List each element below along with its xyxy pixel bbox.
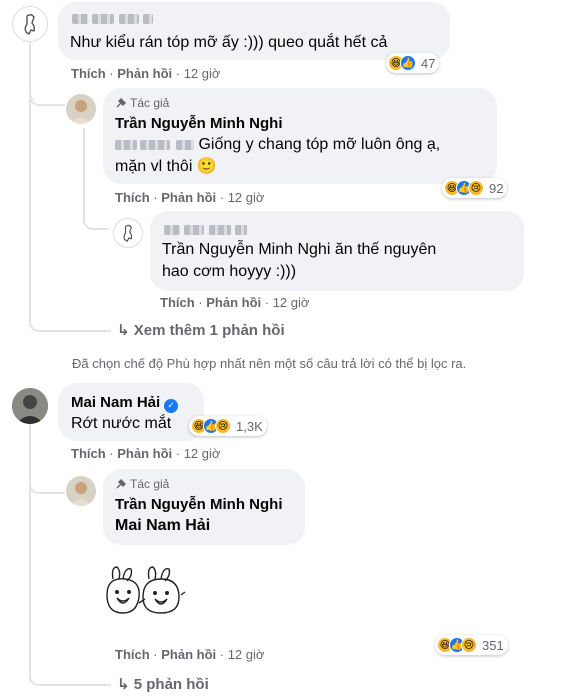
comment-actions: Thích · Phản hồi · 12 giờ [71,66,221,81]
thread-connector [29,88,65,106]
verified-icon: ✓ [164,398,179,413]
like-button[interactable]: Thích [115,647,150,662]
avatar[interactable] [66,94,96,124]
comment-bubble: Như kiểu rán tóp mỡ ấy :))) queo quắt hế… [58,2,450,60]
thread-line [29,88,31,326]
like-button[interactable]: Thích [71,66,106,81]
comment-actions: Thích · Phản hồi · 12 giờ [71,446,221,461]
filter-notice: Đã chọn chế độ Phù hợp nhất nên một số c… [72,356,467,371]
commenter-name[interactable]: Trần Nguyễn Minh Nghi [115,496,283,513]
like-button[interactable]: Thích [115,190,150,205]
timestamp[interactable]: 12 giờ [273,295,310,310]
thread-line [83,128,85,224]
avatar[interactable] [12,6,48,42]
commenter-name[interactable]: Mai Nam Hải ✓ [71,394,179,413]
like-button[interactable]: Thích [160,295,195,310]
bunny-sticker [103,565,187,619]
avatar[interactable] [66,476,96,506]
reply-text: Trần Nguyễn Minh Nghi ăn thế nguyên [162,241,437,258]
view-more-replies[interactable]: ↳ 5 phản hồi [117,675,209,693]
comment-actions: Thích · Phản hồi · 12 giờ [115,647,265,662]
author-badge: Tác giả [115,477,169,491]
reaction-summary[interactable]: 😆 👍 47 [386,53,440,73]
timestamp[interactable]: 12 giờ [184,66,221,81]
comment-bubble: Mai Nam Hải ✓ Rớt nước mắt [58,383,204,441]
reply-text: hao cơm hoyyy :))) [162,263,297,280]
microphone-icon [116,478,127,489]
reaction-summary[interactable]: 😆 👍 😢 351 [435,635,508,655]
avatar[interactable] [12,388,48,424]
thread-connector [29,478,65,494]
comment-text: Như kiểu rán tóp mỡ ấy :))) queo quắt hế… [70,34,388,51]
reply-button[interactable]: Phản hồi [161,647,216,662]
thread-connector [83,212,109,230]
reaction-summary[interactable]: 😆 👍 😢 92 [442,178,508,198]
avatar[interactable] [113,218,143,248]
smile-emoji-icon: 🙂 [196,158,217,175]
reply-text: mặn vl thôi 🙂 [115,158,217,175]
author-badge: Tác giả [115,96,169,110]
blurred-name [72,10,154,28]
reply-button[interactable]: Phản hồi [117,66,172,81]
reply-arrow-icon: ↳ [117,322,130,339]
blurred-name [164,221,248,239]
reply-text: Giống y chang tóp mỡ luôn ông ạ, [115,134,440,156]
thread-line [29,40,31,88]
sad-icon: 😢 [215,418,231,434]
timestamp[interactable]: 12 giờ [228,647,265,662]
commenter-name[interactable]: Trần Nguyễn Minh Nghi [115,115,283,132]
timestamp[interactable]: 12 giờ [228,190,265,205]
reaction-summary[interactable]: 😆 👍 😢 1,3K [189,416,267,436]
comment-text: Rớt nước mắt [71,415,172,432]
microphone-icon [116,97,127,108]
thread-connector [29,670,111,686]
reply-arrow-icon: ↳ [117,676,130,693]
reply-bubble: Trần Nguyễn Minh Nghi ăn thế nguyên hao … [150,211,524,291]
like-button[interactable]: Thích [71,446,106,461]
reply-bubble: Tác giả Trần Nguyễn Minh Nghi Mai Nam Hả… [103,469,305,545]
reply-button[interactable]: Phản hồi [161,190,216,205]
timestamp[interactable]: 12 giờ [184,446,221,461]
sad-icon: 😢 [461,637,477,653]
reply-bubble: Tác giả Trần Nguyễn Minh Nghi Giống y ch… [103,88,497,184]
reply-button[interactable]: Phản hồi [117,446,172,461]
thread-connector [29,316,111,332]
sad-icon: 😢 [468,180,484,196]
comment-actions: Thích · Phản hồi · 12 giờ [115,190,265,205]
view-more-replies[interactable]: ↳ Xem thêm 1 phản hồi [117,321,285,339]
mention-link[interactable]: Mai Nam Hải [115,517,210,535]
reply-button[interactable]: Phản hồi [206,295,261,310]
comment-actions: Thích · Phản hồi · 12 giờ [160,295,310,310]
like-icon: 👍 [400,55,416,71]
thread-line [29,424,31,682]
